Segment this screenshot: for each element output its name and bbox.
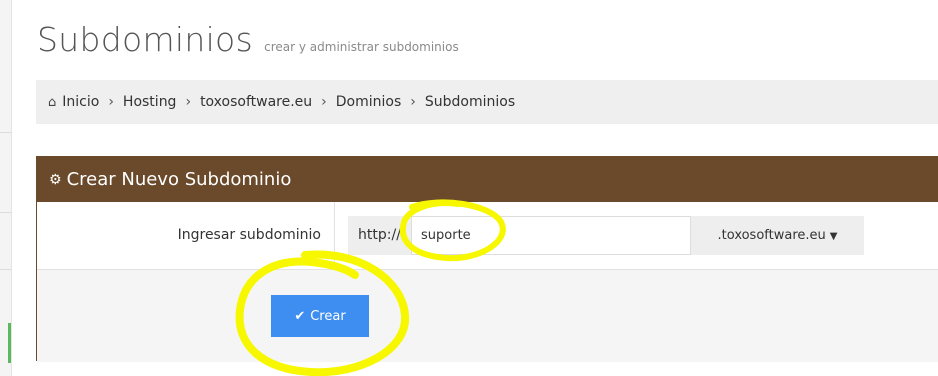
sidebar-divider	[0, 132, 11, 133]
caret-down-icon: ▼	[829, 231, 838, 242]
row-divider	[334, 202, 335, 269]
sidebar-active-marker	[8, 323, 11, 363]
breadcrumb-separator: ›	[185, 94, 192, 110]
page-title: Subdominios	[37, 20, 254, 59]
page-subtitle: crear y administrar subdominios	[264, 40, 459, 54]
subdomain-field-label: Ingresar subdominio	[177, 227, 321, 243]
subdomain-input[interactable]	[411, 216, 691, 255]
breadcrumb-separator: ›	[321, 94, 327, 110]
sidebar-edge	[0, 0, 12, 376]
domain-suffix-label: .toxosoftware.eu	[717, 228, 826, 243]
breadcrumb-item-hosting[interactable]: Hosting	[123, 94, 177, 110]
sidebar-divider	[0, 269, 11, 270]
cogs-icon: ⚙	[49, 171, 62, 188]
breadcrumb-item-inicio[interactable]: Inicio	[62, 94, 99, 110]
breadcrumb: ⌂ Inicio › Hosting › toxosoftware.eu › D…	[36, 80, 938, 124]
panel-title: Crear Nuevo Subdominio	[66, 169, 292, 190]
breadcrumb-separator: ›	[410, 94, 416, 110]
breadcrumb-separator: ›	[108, 94, 114, 110]
breadcrumb-item-domain[interactable]: toxosoftware.eu	[200, 94, 312, 110]
breadcrumb-item-subdominios: Subdominios	[424, 94, 516, 110]
create-button-label: Crear	[310, 308, 346, 324]
panel-header: ⚙ Crear Nuevo Subdominio	[37, 157, 938, 202]
create-subdomain-panel: ⚙ Crear Nuevo Subdominio Ingresar subdom…	[36, 156, 938, 362]
subdomain-form-row: Ingresar subdominio http:// .toxosoftwar…	[37, 202, 938, 270]
form-footer: ✔ Crear	[37, 270, 938, 362]
check-icon: ✔	[294, 308, 306, 324]
domain-suffix-dropdown[interactable]: .toxosoftware.eu ▼	[691, 216, 864, 255]
create-button[interactable]: ✔ Crear	[271, 295, 369, 337]
breadcrumb-item-dominios[interactable]: Dominios	[336, 94, 402, 110]
home-icon[interactable]: ⌂	[48, 95, 56, 110]
page-header: Subdominios crear y administrar subdomin…	[37, 20, 459, 59]
http-prefix-addon: http://	[348, 216, 411, 255]
sidebar-divider	[0, 212, 11, 213]
